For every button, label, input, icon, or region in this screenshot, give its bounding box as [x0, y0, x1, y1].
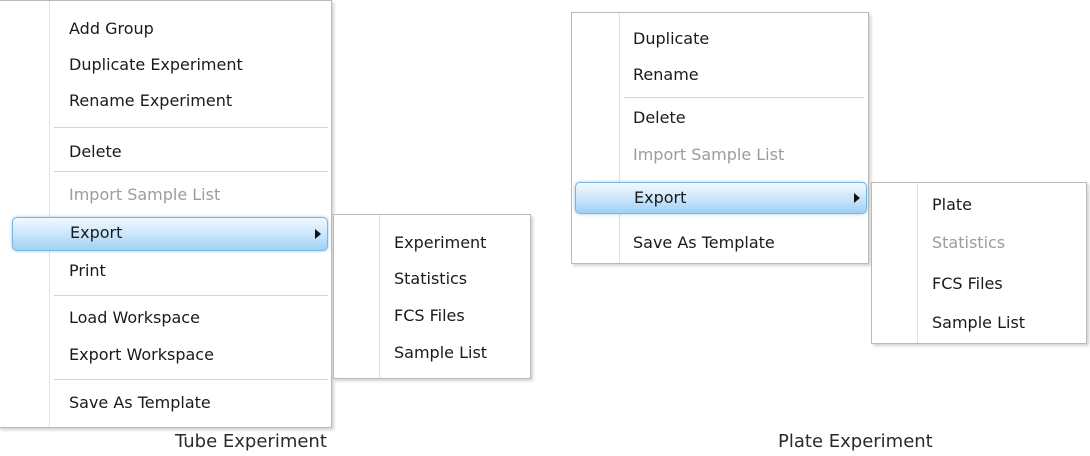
menu-separator: [54, 379, 328, 381]
menu-item-load-workspace[interactable]: Load Workspace: [69, 300, 200, 336]
submenu-item-fcs-files[interactable]: FCS Files: [394, 298, 465, 334]
submenu-item-statistics: Statistics: [932, 233, 1006, 252]
tube-export-submenu: Experiment Statistics FCS Files Sample L…: [333, 214, 531, 379]
menu-item-save-as-template[interactable]: Save As Template: [633, 225, 775, 261]
menu-item-duplicate[interactable]: Duplicate: [633, 21, 709, 57]
menu-item-import-sample-list: Import Sample List: [633, 145, 785, 164]
menu-separator: [54, 127, 328, 129]
menu-separator: [624, 97, 864, 99]
plate-export-submenu: Plate Statistics FCS Files Sample List: [871, 182, 1087, 344]
menu-item-export[interactable]: Export: [12, 217, 328, 251]
tube-context-menu: Add Group Duplicate Experiment Rename Ex…: [0, 0, 332, 428]
submenu-arrow-icon: [315, 229, 321, 239]
submenu-item-sample-list[interactable]: Sample List: [932, 305, 1025, 341]
caption-tube-experiment: Tube Experiment: [175, 431, 327, 452]
plate-context-menu: Duplicate Rename Delete Import Sample Li…: [571, 12, 869, 264]
menu-item-import-sample-list: Import Sample List: [69, 185, 221, 204]
submenu-item-plate[interactable]: Plate: [932, 187, 972, 223]
caption-plate-experiment: Plate Experiment: [778, 431, 933, 452]
menu-item-delete[interactable]: Delete: [69, 134, 122, 170]
menu-item-delete[interactable]: Delete: [633, 100, 686, 136]
menu-item-duplicate-experiment[interactable]: Duplicate Experiment: [69, 47, 243, 83]
menu-separator: [54, 295, 328, 297]
submenu-item-fcs-files[interactable]: FCS Files: [932, 266, 1003, 302]
menu-item-save-as-template[interactable]: Save As Template: [69, 385, 211, 421]
menu-item-print[interactable]: Print: [69, 253, 106, 289]
menu-item-rename-experiment[interactable]: Rename Experiment: [69, 83, 232, 119]
menu-separator: [54, 171, 328, 173]
submenu-item-sample-list[interactable]: Sample List: [394, 335, 487, 371]
submenu-arrow-icon: [854, 193, 860, 203]
submenu-item-experiment[interactable]: Experiment: [394, 225, 486, 261]
menu-item-export-workspace[interactable]: Export Workspace: [69, 337, 214, 373]
submenu-item-statistics[interactable]: Statistics: [394, 261, 467, 297]
menu-item-add-group[interactable]: Add Group: [69, 11, 154, 47]
menu-item-export[interactable]: Export: [575, 182, 867, 214]
menu-item-rename[interactable]: Rename: [633, 57, 699, 93]
